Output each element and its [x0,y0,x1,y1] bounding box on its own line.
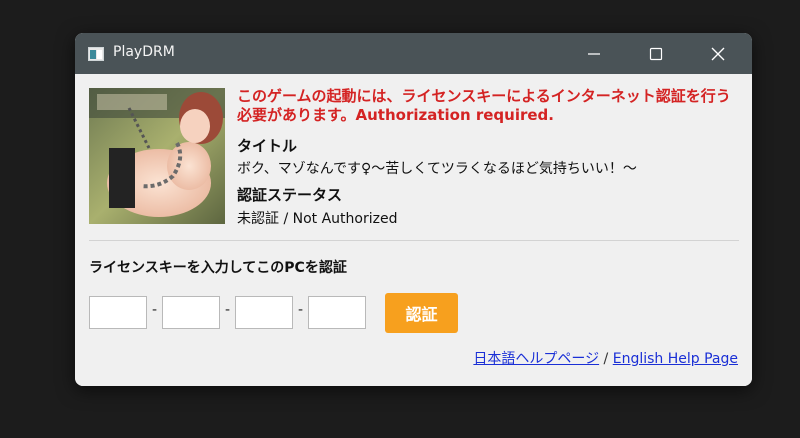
minimize-icon [588,53,600,55]
license-key-field-4[interactable] [308,296,366,329]
help-link-divider: / [599,351,613,367]
title-bar[interactable]: PlayDRM [75,33,752,74]
key-separator: - [298,302,304,318]
auth-status-value: 未認証 / Not Authorized [237,211,398,227]
japanese-help-link[interactable]: 日本語ヘルプページ [473,351,599,367]
window-title: PlayDRM [113,44,175,60]
key-separator: - [152,302,158,318]
help-links: 日本語ヘルプページ / English Help Page [473,348,738,368]
game-title-label: タイトル [237,137,298,155]
authorize-button[interactable]: 認証 [385,293,458,333]
minimize-button[interactable] [563,33,625,74]
drm-window: PlayDRM このゲームの起動には、ライセンスキーによるインターネット認証を行… [75,33,752,386]
maximize-button[interactable] [625,33,687,74]
english-help-link[interactable]: English Help Page [613,351,738,367]
license-prompt: ライセンスキーを入力してこのPCを認証 [89,260,347,276]
app-window-icon [88,46,104,61]
window-content: このゲームの起動には、ライセンスキーによるインターネット認証を行う必要があります… [75,74,752,386]
close-icon [711,47,725,61]
license-key-field-1[interactable] [89,296,147,329]
auth-status-label: 認証ステータス [237,186,343,204]
maximize-icon [649,47,663,61]
authorization-warning: このゲームの起動には、ライセンスキーによるインターネット認証を行う必要があります… [237,87,731,124]
section-divider [89,240,739,241]
game-title-value: ボク、マゾなんです♀～苦しくてツラくなるほど気持ちいい！～ [237,161,637,177]
key-separator: - [225,302,231,318]
license-key-field-2[interactable] [162,296,220,329]
close-button[interactable] [687,33,749,74]
license-key-field-3[interactable] [235,296,293,329]
game-cover-image [89,88,225,224]
